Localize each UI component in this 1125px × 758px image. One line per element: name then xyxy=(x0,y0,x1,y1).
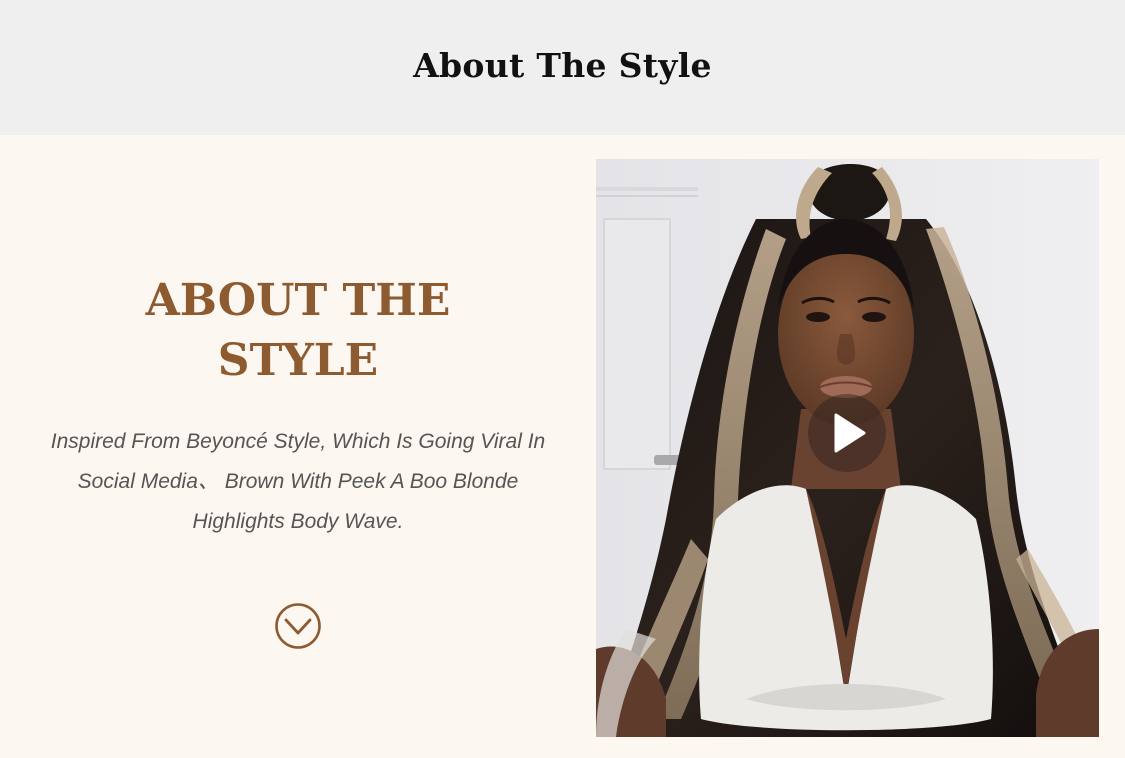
chevron-down-circle-icon xyxy=(275,603,321,649)
about-style-section: ABOUT THE STYLE Inspired From Beyoncé St… xyxy=(0,135,1125,758)
section-title: About The Style xyxy=(413,46,712,85)
page: About The Style ABOUT THE STYLE Inspired… xyxy=(0,0,1125,758)
about-heading-line2: STYLE xyxy=(217,335,379,386)
about-heading-line1: ABOUT THE xyxy=(145,275,451,326)
video-player[interactable] xyxy=(596,159,1099,737)
play-button[interactable] xyxy=(808,394,886,472)
about-description: Inspired From Beyoncé Style, Which Is Go… xyxy=(50,430,546,533)
scroll-down-button[interactable] xyxy=(274,602,322,650)
play-icon xyxy=(834,413,866,453)
about-text-column: ABOUT THE STYLE Inspired From Beyoncé St… xyxy=(0,135,596,758)
about-heading: ABOUT THE STYLE xyxy=(48,271,548,391)
section-title-band: About The Style xyxy=(0,0,1125,135)
